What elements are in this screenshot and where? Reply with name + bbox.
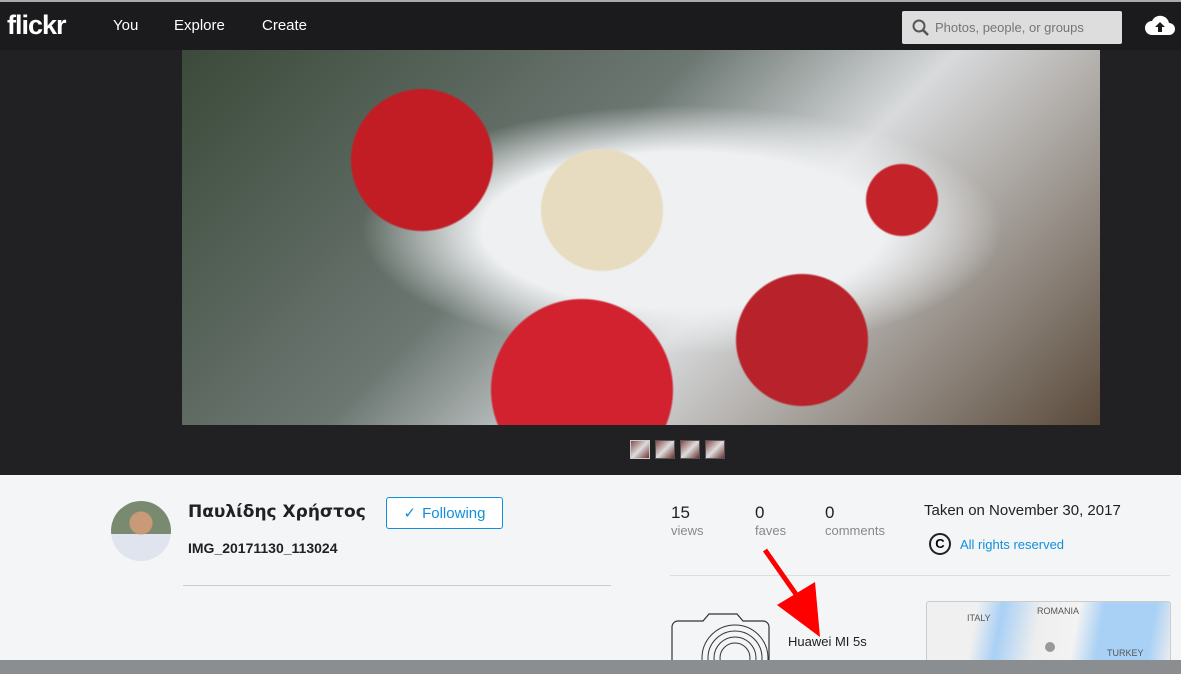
stat-value: 0 [755, 503, 765, 522]
checkmark-icon: ✓ [403, 505, 417, 522]
nav-create[interactable]: Create [262, 17, 307, 34]
upload-cloud-icon[interactable] [1144, 13, 1176, 39]
main-photo[interactable] [182, 50, 1100, 425]
red-arrow-annotation [762, 548, 820, 637]
owner-avatar[interactable] [111, 501, 171, 561]
map-pin-icon [1045, 642, 1055, 652]
following-button[interactable]: ✓ Following [386, 497, 503, 529]
divider [183, 585, 611, 586]
following-label: Following [422, 504, 486, 522]
top-nav: flickr You Explore Create [0, 0, 1181, 50]
stat-faves: 0 faves [755, 503, 786, 538]
map-label: TURKEY [1107, 648, 1144, 658]
stat-label: views [671, 523, 704, 538]
map-label: ROMANIA [1037, 606, 1080, 616]
copyright-icon: C [929, 533, 951, 555]
stat-value: 15 [671, 503, 690, 522]
taken-date[interactable]: Taken on November 30, 2017 [924, 502, 1121, 519]
photo-thumbnails [630, 440, 725, 459]
photo-title: IMG_20171130_113024 [188, 540, 338, 556]
search-input[interactable] [935, 20, 1115, 35]
photo-stage [0, 50, 1181, 475]
thumbnail[interactable] [655, 440, 675, 459]
stat-value: 0 [825, 503, 835, 522]
stat-views: 15 views [671, 503, 704, 538]
thumbnail[interactable] [630, 440, 650, 459]
stat-label: comments [825, 523, 885, 538]
nav-you[interactable]: You [113, 17, 138, 34]
owner-name[interactable]: Παυλίδης Χρήστος [188, 502, 366, 522]
license-link[interactable]: All rights reserved [960, 537, 1064, 552]
thumbnail[interactable] [705, 440, 725, 459]
flickr-logo[interactable]: flickr [7, 10, 67, 41]
divider [670, 575, 1170, 576]
thumbnail[interactable] [680, 440, 700, 459]
search-box[interactable] [902, 11, 1122, 44]
nav-explore[interactable]: Explore [174, 17, 225, 34]
stat-label: faves [755, 523, 787, 538]
stat-comments: 0 comments [825, 503, 885, 538]
search-icon [912, 19, 929, 36]
map-label: ITALY [967, 613, 991, 623]
bottom-bar [0, 660, 1181, 674]
